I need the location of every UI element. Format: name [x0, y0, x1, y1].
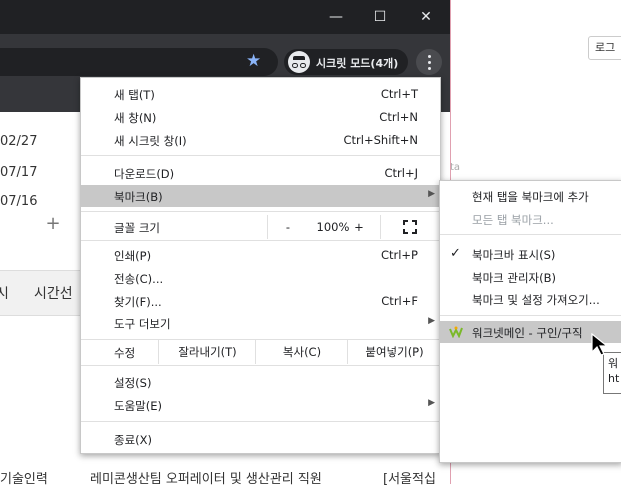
menu-divider	[81, 211, 440, 212]
content-tab[interactable]: 시	[0, 283, 9, 303]
incognito-label: 시크릿 모드(4개)	[316, 57, 399, 70]
bookmark-star-icon[interactable]: ★	[246, 51, 261, 71]
list-item: 07/17	[0, 165, 38, 180]
list-item: 07/16	[0, 194, 38, 209]
menu-item-bookmarks[interactable]: 북마크(B) ▶	[81, 185, 440, 207]
job-listing-title[interactable]: 레미콘생산팀 오퍼레이터 및 생산관리 직원	[90, 468, 322, 487]
edit-row: 수정 잘라내기(T) 복사(C) 붙여넣기(P)	[81, 340, 440, 364]
worknet-favicon-icon	[449, 326, 463, 338]
menu-divider	[81, 240, 440, 241]
zoom-in-button[interactable]: +	[345, 215, 373, 239]
minimize-button[interactable]: —	[314, 0, 358, 34]
list-item: 02/27	[0, 134, 38, 149]
menu-item-find[interactable]: 찾기(F)... Ctrl+F	[81, 290, 440, 312]
close-button[interactable]: ✕	[404, 0, 448, 34]
menu-item-help[interactable]: 도움말(E) ▶	[81, 394, 440, 416]
address-bar[interactable]	[0, 48, 278, 76]
incognito-icon	[288, 51, 310, 73]
submenu-item-bookmark-manager[interactable]: 북마크 관리자(B)	[440, 266, 621, 288]
title-bar: — ☐ ✕	[0, 0, 450, 34]
mouse-cursor-icon	[591, 333, 609, 356]
fullscreen-icon	[403, 220, 417, 234]
menu-item-downloads[interactable]: 다운로드(D) Ctrl+J	[81, 162, 440, 184]
submenu-item-show-bookmarks-bar[interactable]: ✓ 북마크바 표시(S)	[440, 243, 621, 265]
menu-item-settings[interactable]: 설정(S)	[81, 371, 440, 393]
menu-item-new-tab[interactable]: 새 탭(T) Ctrl+T	[81, 83, 440, 105]
submenu-arrow-icon: ▶	[428, 316, 435, 326]
submenu-arrow-icon: ▶	[428, 189, 435, 199]
menu-item-new-window[interactable]: 새 창(N) Ctrl+N	[81, 106, 440, 128]
checkmark-icon: ✓	[450, 246, 461, 261]
submenu-item-bookmark-all-tabs[interactable]: 모든 탭 북마크...	[440, 208, 621, 230]
fullscreen-button[interactable]	[380, 215, 441, 239]
chrome-main-menu: 새 탭(T) Ctrl+T 새 창(N) Ctrl+N 새 시크릿 창(I) C…	[80, 77, 441, 454]
more-menu-icon[interactable]	[416, 49, 442, 75]
cut-button[interactable]: 잘라내기(T)	[158, 340, 256, 364]
menu-divider	[81, 365, 440, 366]
zoom-row: 글꼴 크기 - 100% +	[81, 215, 440, 239]
menu-item-more-tools[interactable]: 도구 더보기 ▶	[81, 312, 440, 334]
submenu-arrow-icon: ▶	[428, 398, 435, 408]
bookmarks-submenu: 현재 탭을 북마크에 추가 모든 탭 북마크... ✓ 북마크바 표시(S) 북…	[439, 180, 621, 463]
job-listing-title[interactable]: [서울적십	[383, 468, 436, 487]
content-tab[interactable]: 시간선	[34, 283, 73, 303]
job-listing-title[interactable]: 기술인력	[0, 468, 48, 487]
menu-item-cast[interactable]: 전송(C)...	[81, 267, 440, 289]
copy-button[interactable]: 복사(C)	[255, 340, 348, 364]
zoom-label: 글꼴 크기	[114, 221, 160, 235]
menu-item-new-incognito-window[interactable]: 새 시크릿 창(I) Ctrl+Shift+N	[81, 129, 440, 151]
menu-divider	[81, 421, 440, 422]
bookmark-tooltip: 워 ht	[603, 352, 621, 394]
menu-divider	[81, 155, 440, 156]
submenu-item-import-bookmarks[interactable]: 북마크 및 설정 가져오기...	[440, 288, 621, 310]
menu-divider	[440, 234, 621, 235]
submenu-item-bookmark-this-tab[interactable]: 현재 탭을 북마크에 추가	[440, 185, 621, 207]
menu-divider	[440, 315, 621, 316]
login-button[interactable]: 로그	[588, 36, 621, 60]
menu-item-print[interactable]: 인쇄(P) Ctrl+P	[81, 244, 440, 266]
maximize-button[interactable]: ☐	[358, 0, 402, 34]
menu-item-exit[interactable]: 종료(X)	[81, 428, 440, 450]
add-icon[interactable]: +	[42, 213, 64, 235]
zoom-out-button[interactable]: -	[267, 215, 308, 239]
paste-button[interactable]: 붙여넣기(P)	[347, 340, 441, 364]
edit-label: 수정	[114, 346, 136, 360]
background-faint-text: ta	[450, 162, 461, 173]
